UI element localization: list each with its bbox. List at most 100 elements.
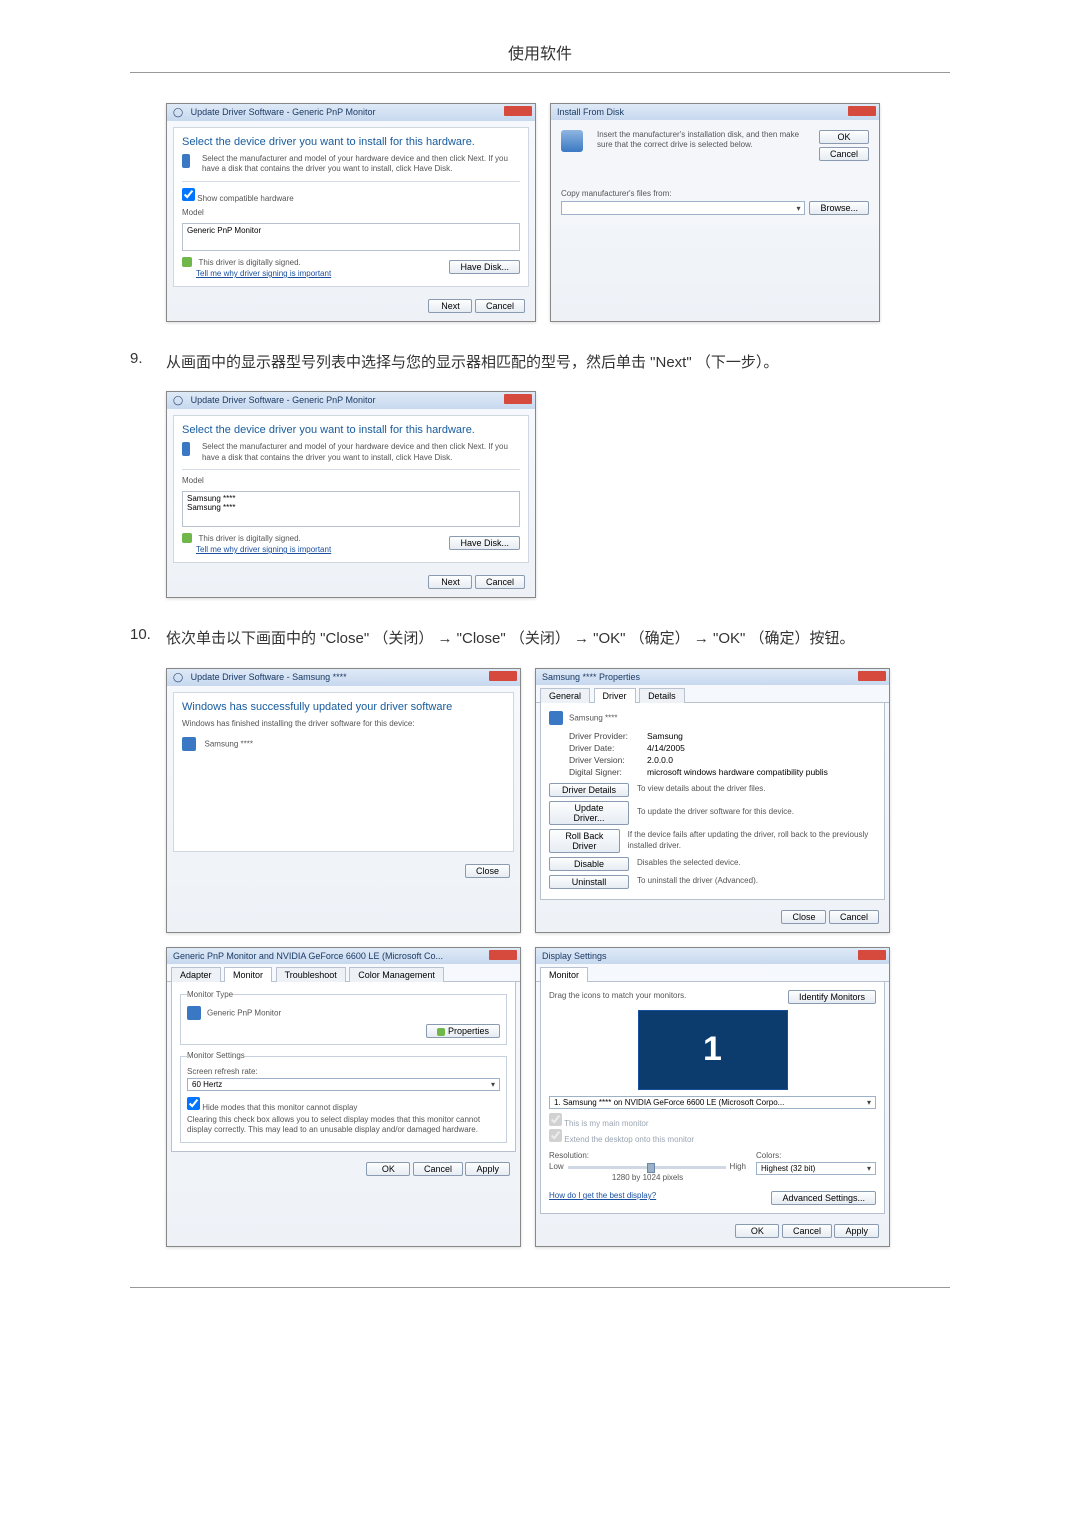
apply-button[interactable]: Apply bbox=[834, 1224, 879, 1238]
cancel-button[interactable]: Cancel bbox=[829, 910, 879, 924]
tab-general[interactable]: General bbox=[540, 688, 590, 703]
apply-button[interactable]: Apply bbox=[465, 1162, 510, 1176]
tab-details[interactable]: Details bbox=[639, 688, 685, 703]
close-icon[interactable] bbox=[858, 950, 886, 960]
txt-rollback: If the device fails after updating the d… bbox=[628, 830, 876, 851]
monitor-select-combo[interactable]: 1. Samsung **** on NVIDIA GeForce 6600 L… bbox=[549, 1096, 876, 1109]
signed-label: This driver is digitally signed. bbox=[199, 258, 301, 267]
signing-link[interactable]: Tell me why driver signing is important bbox=[196, 545, 331, 554]
page-title: 使用软件 bbox=[130, 40, 950, 73]
wizard-subtext: Select the manufacturer and model of you… bbox=[202, 154, 520, 175]
val-provider: Samsung bbox=[647, 731, 683, 741]
hide-modes-checkbox[interactable]: Hide modes that this monitor cannot disp… bbox=[187, 1097, 500, 1113]
cancel-button[interactable]: Cancel bbox=[475, 299, 525, 313]
txt-uninstall: To uninstall the driver (Advanced). bbox=[637, 876, 758, 886]
finished-subtext: Windows has finished installing the driv… bbox=[182, 719, 505, 729]
cancel-button[interactable]: Cancel bbox=[475, 575, 525, 589]
main-monitor-checkbox: This is my main monitor bbox=[549, 1113, 876, 1129]
monitor-type-value: Generic PnP Monitor bbox=[207, 1008, 281, 1017]
install-from-disk-dialog: Install From Disk Insert the manufacture… bbox=[550, 103, 880, 322]
close-icon[interactable] bbox=[489, 950, 517, 960]
wizard-breadcrumb: ◯ Update Driver Software - Samsung **** bbox=[167, 669, 520, 686]
finished-device: Samsung **** bbox=[205, 739, 253, 748]
colors-label: Colors: bbox=[756, 1151, 876, 1161]
txt-update: To update the driver software for this d… bbox=[637, 807, 794, 817]
close-icon[interactable] bbox=[504, 106, 532, 116]
list-item[interactable]: Generic PnP Monitor bbox=[187, 226, 515, 235]
refresh-combo[interactable]: 60 Hertz▾ bbox=[187, 1078, 500, 1091]
next-button[interactable]: Next bbox=[428, 575, 472, 589]
wizard-heading: Select the device driver you want to ins… bbox=[182, 424, 520, 436]
resolution-slider[interactable] bbox=[568, 1162, 726, 1173]
txt-disable: Disables the selected device. bbox=[637, 858, 741, 868]
monitor-properties-dialog: Generic PnP Monitor and NVIDIA GeForce 6… bbox=[166, 947, 521, 1248]
identify-monitors-button[interactable]: Identify Monitors bbox=[788, 990, 876, 1004]
resolution-label: Resolution: bbox=[549, 1151, 746, 1161]
close-icon[interactable] bbox=[489, 671, 517, 681]
show-compatible-checkbox[interactable]: Show compatible hardware bbox=[182, 194, 294, 203]
advanced-settings-button[interactable]: Advanced Settings... bbox=[771, 1191, 876, 1205]
resolution-value: 1280 by 1024 pixels bbox=[549, 1173, 746, 1183]
res-low: Low bbox=[549, 1162, 564, 1172]
driver-details-button[interactable]: Driver Details bbox=[549, 783, 629, 797]
extend-desktop-checkbox: Extend the desktop onto this monitor bbox=[549, 1129, 876, 1145]
list-item[interactable]: Samsung **** bbox=[187, 503, 515, 512]
signing-link[interactable]: Tell me why driver signing is important bbox=[196, 269, 331, 278]
model-listbox[interactable]: Samsung **** Samsung **** bbox=[182, 491, 520, 527]
select-driver-dialog-2: ◯ Update Driver Software - Generic PnP M… bbox=[166, 391, 536, 598]
have-disk-button[interactable]: Have Disk... bbox=[449, 536, 520, 550]
step-number-9: 9. bbox=[130, 350, 166, 376]
tab-color[interactable]: Color Management bbox=[349, 967, 444, 982]
chevron-down-icon: ▾ bbox=[867, 1164, 871, 1173]
uninstall-button[interactable]: Uninstall bbox=[549, 875, 629, 889]
best-display-link[interactable]: How do I get the best display? bbox=[549, 1191, 656, 1205]
props-device: Samsung **** bbox=[569, 713, 617, 722]
properties-button[interactable]: Properties bbox=[426, 1024, 500, 1038]
close-icon[interactable] bbox=[858, 671, 886, 681]
device-icon bbox=[182, 442, 190, 456]
ok-button[interactable]: OK bbox=[819, 130, 869, 144]
cancel-button[interactable]: Cancel bbox=[819, 147, 869, 161]
cancel-button[interactable]: Cancel bbox=[782, 1224, 832, 1238]
tab-monitor[interactable]: Monitor bbox=[224, 967, 272, 982]
colors-combo[interactable]: Highest (32 bit)▾ bbox=[756, 1162, 876, 1175]
close-button[interactable]: Close bbox=[465, 864, 510, 878]
cancel-button[interactable]: Cancel bbox=[413, 1162, 463, 1176]
res-high: High bbox=[730, 1162, 746, 1172]
shield-icon bbox=[437, 1028, 445, 1036]
tab-troubleshoot[interactable]: Troubleshoot bbox=[276, 967, 346, 982]
step-number-10: 10. bbox=[130, 626, 166, 652]
list-item[interactable]: Samsung **** bbox=[187, 494, 515, 503]
shield-icon bbox=[182, 533, 192, 543]
update-driver-button[interactable]: Update Driver... bbox=[549, 801, 629, 825]
close-icon[interactable] bbox=[848, 106, 876, 116]
path-combo[interactable]: ▾ bbox=[561, 201, 805, 215]
close-icon[interactable] bbox=[504, 394, 532, 404]
monitor-preview[interactable]: 1 bbox=[638, 1010, 788, 1090]
page-footer-rule bbox=[130, 1287, 950, 1288]
disable-button[interactable]: Disable bbox=[549, 857, 629, 871]
group-monitor-settings: Monitor Settings bbox=[187, 1051, 245, 1061]
device-icon bbox=[182, 154, 190, 168]
drag-label: Drag the icons to match your monitors. bbox=[549, 991, 686, 1001]
model-listbox[interactable]: Generic PnP Monitor bbox=[182, 223, 520, 251]
column-model: Model bbox=[182, 208, 520, 218]
device-icon bbox=[549, 711, 563, 725]
ok-button[interactable]: OK bbox=[735, 1224, 779, 1238]
browse-button[interactable]: Browse... bbox=[809, 201, 869, 215]
ok-button[interactable]: OK bbox=[366, 1162, 410, 1176]
wizard-breadcrumb: ◯ Update Driver Software - Generic PnP M… bbox=[167, 392, 535, 409]
dialog-title: Generic PnP Monitor and NVIDIA GeForce 6… bbox=[167, 948, 520, 964]
tab-adapter[interactable]: Adapter bbox=[171, 967, 221, 982]
tab-driver[interactable]: Driver bbox=[594, 688, 636, 703]
install-disk-msg: Insert the manufacturer's installation d… bbox=[597, 130, 811, 151]
lbl-provider: Driver Provider: bbox=[569, 731, 647, 741]
driver-properties-dialog: Samsung **** Properties General Driver D… bbox=[535, 668, 890, 933]
have-disk-button[interactable]: Have Disk... bbox=[449, 260, 520, 274]
rollback-button[interactable]: Roll Back Driver bbox=[549, 829, 620, 853]
close-button[interactable]: Close bbox=[781, 910, 826, 924]
disk-icon bbox=[561, 130, 583, 152]
val-version: 2.0.0.0 bbox=[647, 755, 673, 765]
next-button[interactable]: Next bbox=[428, 299, 472, 313]
tab-monitor[interactable]: Monitor bbox=[540, 967, 588, 982]
